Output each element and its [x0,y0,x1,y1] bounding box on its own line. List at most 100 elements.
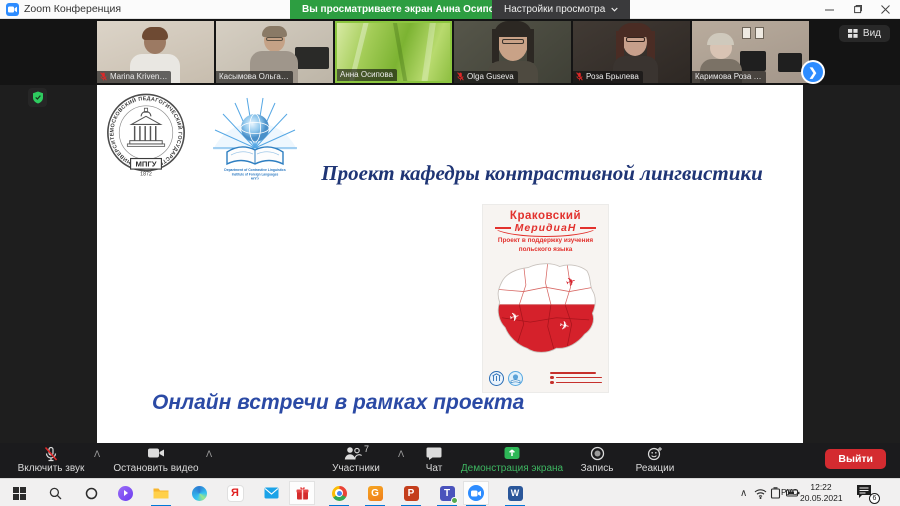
glasses [626,37,645,42]
device-connect-icon[interactable] [770,479,781,506]
participants-icon: 7 [318,446,394,463]
dept-logo-line1: Department of Contrastive Linguistics [224,168,286,172]
reactions-smiley-icon [628,446,682,463]
clock[interactable]: 12:22 20.05.2021 [800,482,842,504]
wifi-icon[interactable] [754,479,767,506]
tray-time: 12:22 [800,482,842,493]
view-settings-label: Настройки просмотра [504,4,605,15]
participant-name-tag: Olga Guseva [454,71,518,83]
participant-name-tag: Касымова Ольга… [216,71,293,83]
share-screen-button[interactable]: Демонстрация экрана [456,446,568,474]
alice-assistant-icon[interactable] [112,481,138,505]
unmute-button[interactable]: Включить звук [8,446,94,474]
wall-picture [742,27,751,39]
edge-browser-icon[interactable] [186,481,212,505]
next-participants-page-button[interactable]: ❯ [801,60,825,84]
notification-center-icon[interactable]: 6 [856,484,876,502]
word-icon[interactable]: W [502,481,528,505]
participant-video-guseva[interactable]: Olga Guseva [454,21,571,83]
participants-options-chevron[interactable]: ᐱ [398,449,404,460]
participant-name: Каримова Роза … [695,72,762,81]
participant-name: Роза Брылева [586,72,639,81]
start-button[interactable] [6,481,32,505]
hidden-icons-chevron[interactable]: ∧ [740,479,747,506]
viewing-screen-banner: Вы просматриваете экран Анна Осипова [290,0,518,19]
video-camera-icon [108,446,204,463]
participant-name: Касымова Ольга… [219,72,289,81]
slide-title: Проект кафедры контрастивной лингвистики [302,161,782,186]
participant-video-kasymova[interactable]: Касымова Ольга… [216,21,333,83]
cortana-icon[interactable] [78,481,104,505]
poster-subtitle: Проект в поддержку изучения польского яз… [483,237,608,254]
participant-name: Olga Guseva [467,72,514,81]
participants-count: 7 [364,444,369,454]
poster-social-links-text [550,371,602,386]
glasses [266,37,283,41]
chat-button[interactable]: Чат [412,446,456,474]
reactions-button[interactable]: Реакции [628,446,682,474]
audio-options-chevron[interactable]: ᐱ [94,449,100,460]
participant-name-tag: Каримова Роза … [692,71,766,83]
goldendict-icon[interactable]: G [362,481,388,505]
mic-muted-icon [100,72,107,81]
department-logo: Department of Contrastive Linguistics In… [209,92,301,180]
window-titlebar: Zoom Конференция Вы просматриваете экран… [0,0,900,19]
poster-mpgu-mini-logo [489,371,504,386]
shared-screen-slide: МОСКОВСКИЙ ПЕДАГОГИЧЕСКИЙ ГОСУДАРСТВЕННЫ… [97,85,803,443]
monitor [295,47,329,69]
leave-meeting-button[interactable]: Выйти [825,449,886,469]
gift-app-icon[interactable] [289,481,315,505]
maximize-button[interactable] [844,2,870,17]
zoom-meeting-toolbar: Включить звук ᐱ Остановить видео ᐱ 7 Уча… [0,443,900,478]
tray-date: 20.05.2021 [800,493,842,504]
participant-video-strip: Marina Kriven… Касымова Ольга… Анна Осип… [0,19,900,85]
view-mode-button[interactable]: Вид [839,25,890,42]
poster-dept-mini-logo [508,371,523,386]
mpgu-university-logo: МОСКОВСКИЙ ПЕДАГОГИЧЕСКИЙ ГОСУДАРСТВЕННЫ… [105,92,187,178]
dept-logo-line3: МПГУ [251,177,259,181]
participant-video-karimova[interactable]: Каримова Роза … [692,21,809,83]
mpgu-year: 1872 [140,172,152,178]
participant-video-osipova[interactable]: Анна Осипова [335,21,452,83]
share-screen-icon [456,446,568,463]
participant-name-tag: Роза Брылева [573,71,643,83]
participant-video-marina[interactable]: Marina Kriven… [97,21,214,83]
mic-muted-icon [457,72,464,81]
participants-button[interactable]: 7 Участники [318,446,394,474]
view-mode-label: Вид [863,28,881,39]
record-button[interactable]: Запись [572,446,622,474]
glasses [502,39,524,44]
stop-video-button[interactable]: Остановить видео [108,446,204,474]
window-title: Zoom Конференция [24,3,121,15]
grid-view-icon [848,29,858,38]
mic-muted-icon [576,72,583,81]
video-options-chevron[interactable]: ᐱ [206,449,212,460]
chrome-browser-icon[interactable] [326,481,352,505]
participant-name-tag: Анна Осипова [337,69,397,81]
mpgu-abbr: МПГУ [135,160,156,169]
minimize-button[interactable] [816,2,842,17]
mail-app-icon[interactable] [258,481,284,505]
language-indicator[interactable]: РУС [781,487,798,497]
teams-icon[interactable]: T [434,481,460,505]
chevron-down-icon [611,7,618,12]
powerpoint-icon[interactable]: P [398,481,424,505]
view-settings-dropdown[interactable]: Настройки просмотра [492,0,630,19]
slide-footer-text: Онлайн встречи в рамках проекта [152,391,524,415]
participant-name-tag: Marina Kriven… [97,71,171,83]
record-icon [572,446,622,463]
chat-bubble-icon [412,446,456,463]
close-button[interactable] [872,2,898,17]
participant-name: Marina Kriven… [110,72,167,81]
zoom-app-taskbar-icon[interactable] [463,481,489,505]
search-icon[interactable] [42,481,68,505]
file-explorer-icon[interactable] [148,481,174,505]
wall-picture [755,27,764,39]
hair [707,33,734,45]
poland-map-graphic: ✈ ✈ ✈ [491,261,600,357]
monitor [740,51,766,71]
yandex-browser-icon[interactable]: Я [222,481,248,505]
participant-video-bryleva[interactable]: Роза Брылева [573,21,690,83]
windows-taskbar: Я G P T W ∧ РУС 12:22 20.05.2021 6 [0,478,900,506]
participant-name: Анна Осипова [340,70,393,79]
